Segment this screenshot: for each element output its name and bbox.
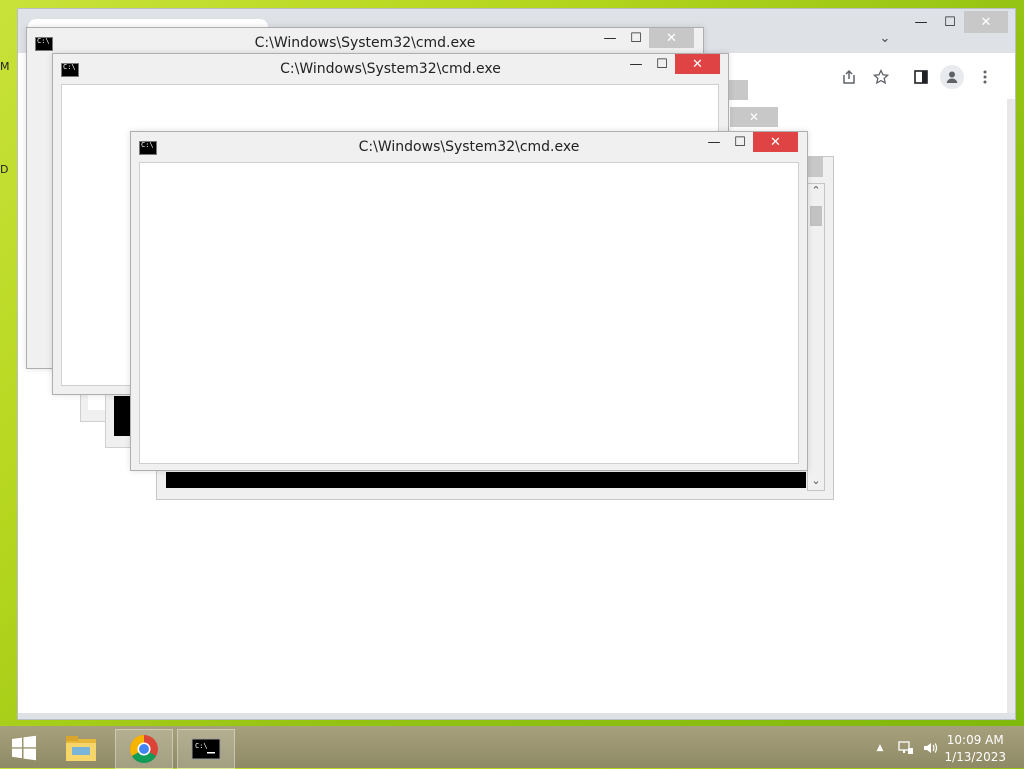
console-ghost-close-button: ✕ <box>730 107 778 127</box>
taskbar: C:\ ▲ 10:09 AM 1/13/2023 <box>0 726 1024 769</box>
scroll-down-button[interactable]: ⌄ <box>810 474 822 490</box>
console-ghost-button <box>807 157 823 177</box>
cmd-minimize-button[interactable]: — <box>701 132 727 152</box>
clock-date: 1/13/2023 <box>944 750 1006 764</box>
cmd-icon[interactable]: C:\ <box>177 729 235 769</box>
star-icon[interactable] <box>869 65 893 89</box>
volume-icon[interactable] <box>920 729 940 767</box>
desktop-edge-label-d: D <box>0 163 9 176</box>
profile-icon[interactable] <box>940 65 964 89</box>
cmd-maximize-button[interactable]: ☐ <box>623 28 649 48</box>
scroll-up-button[interactable]: ⌃ <box>810 184 822 200</box>
tab-search-dropdown-icon[interactable]: ⌄ <box>866 27 904 49</box>
cmd-maximize-button[interactable]: ☐ <box>727 132 753 152</box>
taskbar-clock[interactable]: 10:09 AM 1/13/2023 <box>944 732 1006 766</box>
cmd-close-button[interactable]: ✕ <box>753 132 798 152</box>
cmd-window-3: C:\Windows\System32\cmd.exe — ☐ ✕ <box>130 131 808 471</box>
start-icon[interactable] <box>4 729 44 767</box>
side-panel-icon[interactable] <box>909 65 933 89</box>
console-black-strip <box>166 472 806 488</box>
cmd-close-button[interactable]: ✕ <box>649 28 694 48</box>
cmd-titlebar[interactable]: C:\Windows\System32\cmd.exe — ☐ ✕ <box>53 54 728 84</box>
scroll-thumb[interactable] <box>810 206 822 226</box>
menu-icon[interactable] <box>973 65 997 89</box>
cmd-minimize-button[interactable]: — <box>597 28 623 48</box>
file-explorer-icon[interactable] <box>57 729 105 767</box>
desktop-edge-label-m: M <box>0 60 10 73</box>
chrome-close-button[interactable]: ✕ <box>964 11 1008 33</box>
console-ghost-button <box>728 80 748 100</box>
tray-overflow-icon[interactable]: ▲ <box>873 729 887 767</box>
cmd-minimize-button[interactable]: — <box>623 54 649 74</box>
cmd-console-area[interactable] <box>139 162 799 464</box>
network-icon[interactable] <box>896 729 916 767</box>
cmd-maximize-button[interactable]: ☐ <box>649 54 675 74</box>
svg-text:C:\: C:\ <box>195 742 208 750</box>
clock-time: 10:09 AM <box>946 733 1004 747</box>
console-scrollbar[interactable]: ⌃ ⌄ <box>807 183 825 491</box>
cmd-titlebar[interactable]: C:\Windows\System32\cmd.exe — ☐ ✕ <box>131 132 807 162</box>
cmd-close-button[interactable]: ✕ <box>675 54 720 74</box>
chrome-icon[interactable] <box>115 729 173 769</box>
share-icon[interactable] <box>837 65 861 89</box>
